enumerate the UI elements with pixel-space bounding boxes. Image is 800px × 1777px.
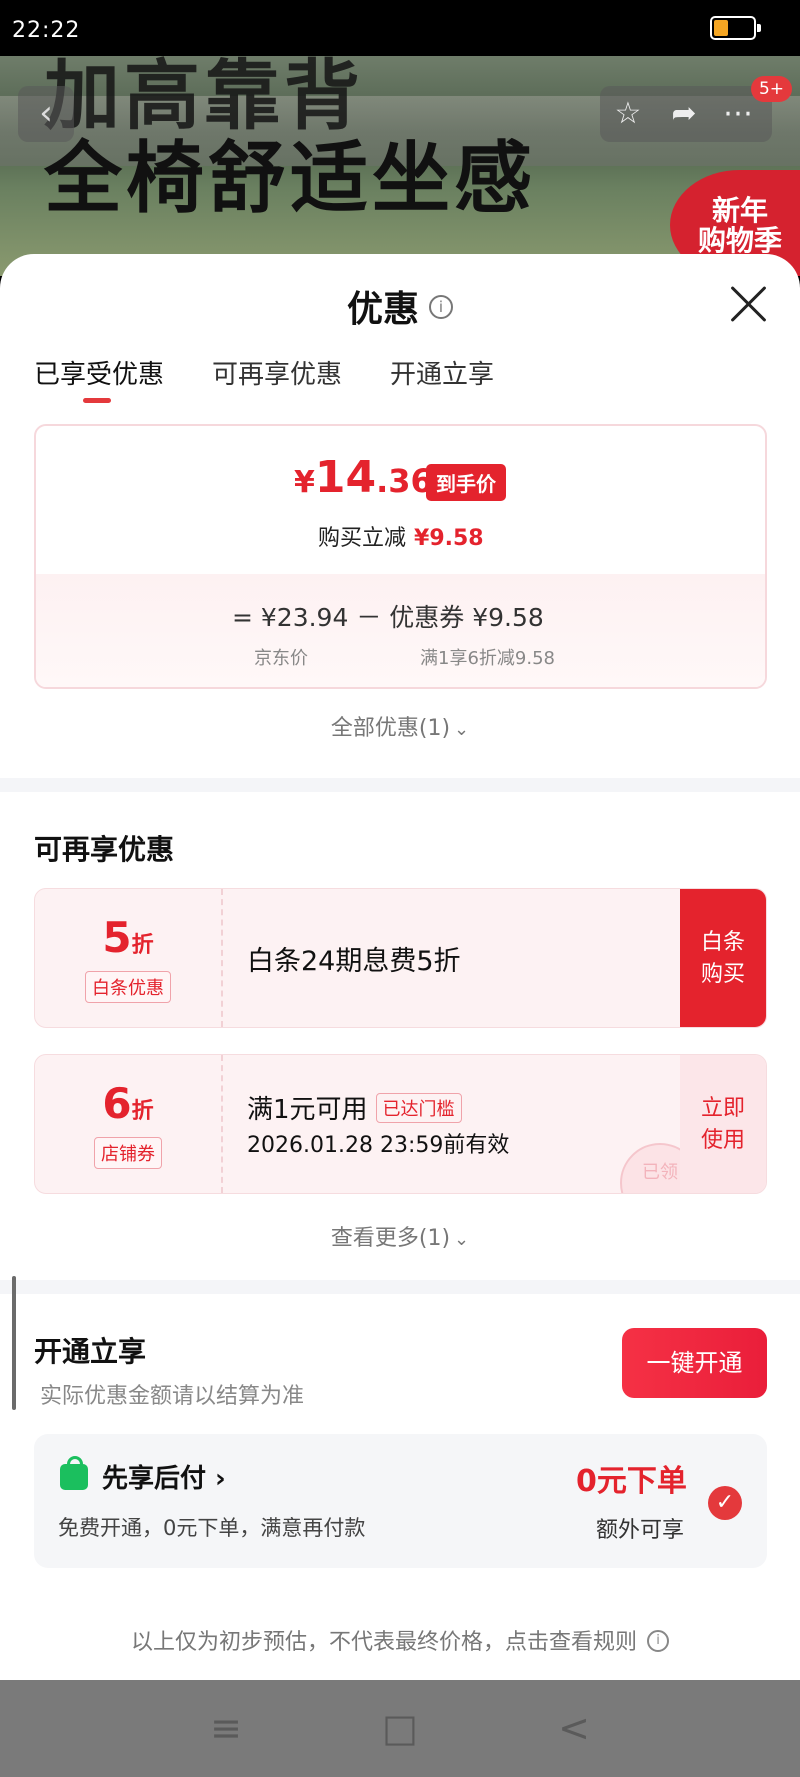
- back-icon: ‹: [39, 93, 53, 133]
- coupon-store: 6折 店铺券 满1元可用 已达门槛 2026.01.28 23:59前有效 已领 …: [34, 1054, 767, 1194]
- open-section-title: 开通立享: [34, 1335, 147, 1368]
- coupon-left: 5折 白条优惠: [35, 889, 223, 1027]
- promo-badge-text: 新年 购物季: [697, 194, 782, 257]
- coupon-type-chip: 白条优惠: [85, 971, 171, 1003]
- coupon-threshold: 满1元可用: [247, 1095, 368, 1125]
- reduce-line: 购买立减 ¥9.58: [318, 520, 484, 552]
- zero-order-label: 0元下单: [576, 1464, 687, 1499]
- nav-actions: ☆ ➦ ⋯: [600, 86, 772, 142]
- scroll-indicator: [12, 1276, 16, 1410]
- coupon-expiry: 2026.01.28 23:59前有效: [247, 1133, 510, 1158]
- tab-more-offers[interactable]: 可再享优惠: [212, 354, 342, 391]
- baitiao-buy-label: 白条 购买: [700, 930, 745, 987]
- all-offers-link[interactable]: 全部优惠(1) ⌄: [0, 710, 800, 742]
- sheet-title-text: 优惠: [346, 289, 419, 330]
- price-int: 14: [314, 452, 377, 503]
- back-button[interactable]: ‹: [18, 86, 74, 142]
- final-price: ¥14.36: [294, 452, 433, 503]
- more-icon[interactable]: ⋯: [718, 94, 758, 134]
- coupon-type-chip: 店铺券: [94, 1137, 162, 1169]
- coupon-discount: 6折: [35, 1079, 221, 1128]
- battery-icon: [710, 16, 761, 40]
- section-divider: [0, 1280, 800, 1294]
- price-card: ¥14.36 到手价 购买立减 ¥9.58 = ¥23.94 － 优惠券 ¥9.5…: [34, 424, 767, 689]
- see-more-label: 查看更多(1): [330, 1226, 451, 1251]
- coupon-condition: 满1元可用 已达门槛: [247, 1089, 462, 1126]
- see-more-link[interactable]: 查看更多(1) ⌄: [0, 1220, 800, 1252]
- final-price-tag: 到手价: [426, 464, 506, 501]
- info-icon[interactable]: i: [647, 1630, 669, 1652]
- baitiao-buy-button[interactable]: 白条 购买: [680, 889, 766, 1027]
- coupon-baitiao: 5折 白条优惠 白条24期息费5折 白条 购买: [34, 888, 767, 1028]
- threshold-met-chip: 已达门槛: [375, 1092, 462, 1123]
- disclaimer[interactable]: 以上仅为初步预估，不代表最终价格，点击查看规则 i: [0, 1624, 800, 1656]
- tab-activate[interactable]: 开通立享: [390, 354, 494, 391]
- coupon-discount: 5折: [35, 913, 221, 962]
- more-offers-title: 可再享优惠: [34, 833, 175, 866]
- chevron-down-icon: ⌄: [454, 719, 470, 740]
- sheet-title: 优惠 i: [0, 280, 800, 332]
- chevron-down-icon: ⌄: [454, 1229, 470, 1250]
- price-calc: = ¥23.94 － 优惠券 ¥9.58: [232, 603, 544, 632]
- tab-enjoyed[interactable]: 已享受优惠: [34, 354, 164, 391]
- message-badge: 5+: [750, 76, 792, 102]
- discount-number: 6: [102, 1079, 132, 1128]
- pay-later-title[interactable]: 先享后付 ›: [102, 1458, 226, 1495]
- reduce-label: 购买立减: [318, 526, 407, 551]
- check-icon[interactable]: ✓: [708, 1486, 742, 1520]
- back-nav-icon[interactable]: <: [552, 1706, 596, 1750]
- pay-later-card[interactable]: 先享后付 › 免费开通，0元下单，满意再付款 0元下单 额外可享 ✓: [34, 1434, 767, 1568]
- use-now-label: 立即 使用: [700, 1096, 745, 1153]
- open-section-subtitle: 实际优惠金额请以结算为准: [40, 1384, 305, 1409]
- price-dec: .36: [376, 462, 433, 500]
- coupon-left: 6折 店铺券: [35, 1055, 223, 1193]
- extra-benefit-label: 额外可享: [596, 1518, 685, 1543]
- reduce-value: ¥9.58: [414, 526, 484, 551]
- status-bar: 22:22: [0, 0, 800, 56]
- offers-sheet: 优惠 i 已享受优惠 可再享优惠 开通立享 ¥14.36 到手价 购买立减 ¥9.5…: [0, 254, 800, 1680]
- jd-price-label: 京东价: [254, 648, 308, 669]
- pay-later-subtitle: 免费开通，0元下单，满意再付款: [58, 1516, 366, 1540]
- menu-icon[interactable]: ≡: [204, 1706, 248, 1750]
- shopping-bag-icon: [60, 1456, 88, 1490]
- use-now-button[interactable]: 立即 使用: [680, 1055, 766, 1193]
- yen-symbol: ¥: [294, 465, 315, 500]
- coupon-description: 白条24期息费5折: [247, 946, 461, 977]
- system-nav-bar: ≡ □ <: [0, 1680, 800, 1777]
- section-divider: [0, 778, 800, 792]
- disclaimer-text: 以上仅为初步预估，不代表最终价格，点击查看规则: [130, 1630, 637, 1655]
- one-click-open-button[interactable]: 一键开通: [622, 1328, 767, 1398]
- all-offers-label: 全部优惠(1): [330, 716, 451, 741]
- share-icon[interactable]: ➦: [664, 94, 704, 134]
- home-icon[interactable]: □: [378, 1706, 422, 1750]
- tab-underline: [83, 398, 111, 403]
- status-time: 22:22: [12, 18, 81, 43]
- discount-unit: 折: [131, 933, 154, 958]
- info-icon[interactable]: i: [429, 295, 453, 319]
- discount-unit: 折: [131, 1099, 154, 1124]
- banner-headline-2: 全椅舒适坐感: [44, 134, 537, 224]
- discount-number: 5: [102, 913, 132, 962]
- coupon-rule-label: 满1享6折减9.58: [420, 648, 555, 669]
- close-button[interactable]: [728, 284, 768, 324]
- product-banner: 加高靠背 全椅舒适坐感 ‹ ☆ ➦ ⋯ 5+ 新年 购物季: [0, 56, 800, 276]
- star-icon[interactable]: ☆: [608, 94, 648, 134]
